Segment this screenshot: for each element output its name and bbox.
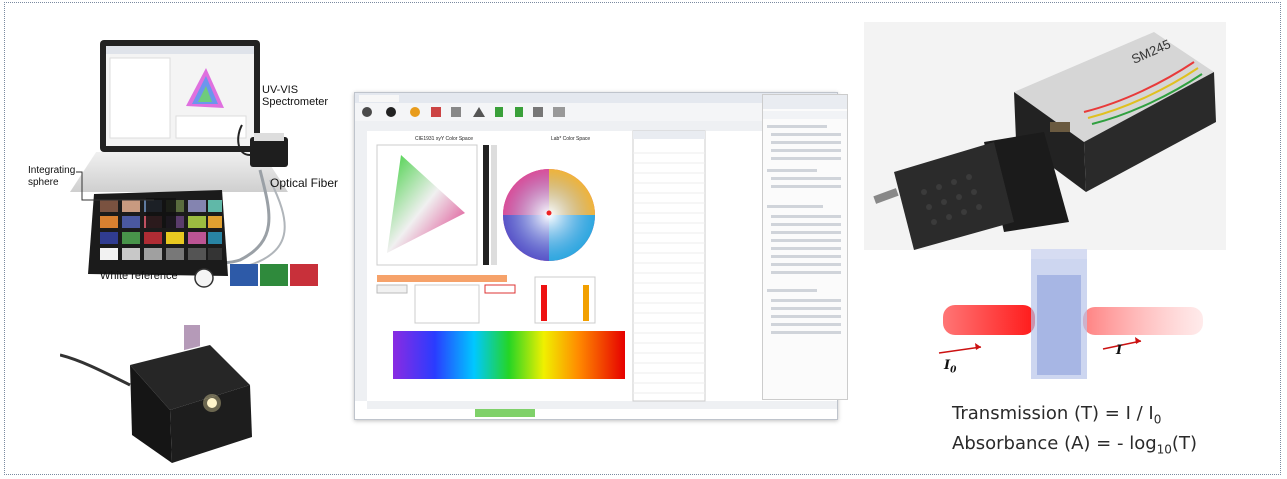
software-property-panel	[762, 94, 848, 400]
laptop-display	[106, 46, 254, 146]
property-list	[763, 95, 847, 334]
transmission-equation: Transmission (T) = I / I0	[952, 403, 1161, 427]
integrating-sphere-label: Integrating sphere	[28, 165, 75, 189]
spectrometer-label: UV-VIS Spectrometer	[262, 84, 328, 108]
xyy-title: CIE1931 xyY Color Space	[415, 136, 473, 142]
transmission-subscript: 0	[1153, 412, 1162, 427]
absorbance-suffix: (T)	[1171, 433, 1197, 454]
software-thumbnail	[106, 46, 254, 139]
absorbance-text: Absorbance (A) = - log	[952, 433, 1157, 454]
lab-title: Lab* Color Space	[551, 136, 590, 142]
i-label: I	[1116, 343, 1123, 358]
i0-subscript: 0	[950, 365, 957, 376]
white-reference-tile	[194, 268, 214, 288]
white-reference-label: White reference	[100, 270, 178, 282]
absorbance-subscript: 10	[1156, 442, 1172, 457]
integrating-sphere-photo	[60, 325, 252, 463]
sm245-device-photo: SM245	[864, 22, 1226, 250]
transmission-text: Transmission (T) = I / I	[952, 403, 1154, 424]
spectrometer-label-line1: UV-VIS	[262, 84, 299, 96]
integrating-sphere-label-line2: sphere	[28, 177, 59, 188]
integrating-sphere-label-line1: Integrating	[28, 165, 76, 176]
optical-fiber-label: Optical Fiber	[270, 176, 339, 190]
sample-tiles	[230, 264, 318, 286]
absorbance-equation: Absorbance (A) = - log10(T)	[952, 433, 1197, 457]
spectrometer-label-line2: Spectrometer	[262, 96, 329, 108]
transmission-diagram	[938, 249, 1203, 379]
integrating-sphere-pointer	[76, 171, 154, 201]
i0-label: I0	[944, 358, 956, 376]
